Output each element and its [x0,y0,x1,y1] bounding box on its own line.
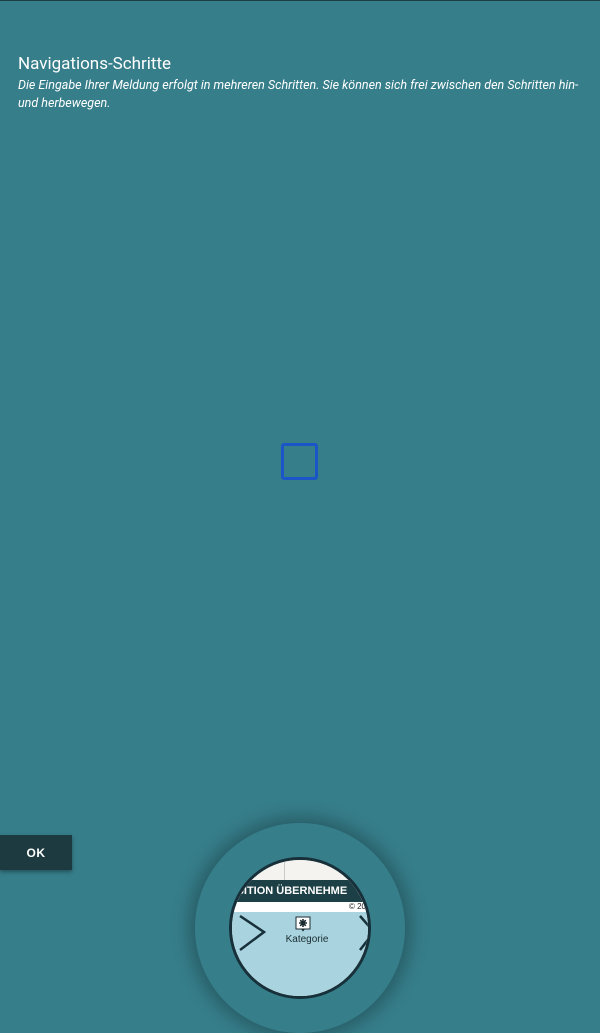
step-navigation[interactable]: Kategorie [232,912,368,996]
ok-button[interactable]: OK [0,835,72,870]
tutorial-panel: Navigations-Schritte Die Eingabe Ihrer M… [18,54,588,113]
spotlight-lens: OSITION ÜBERNEHME © 20 Kategorie [229,857,371,999]
focus-indicator [281,443,318,480]
category-icon [295,916,311,932]
map-attribution-row: © 20 [232,902,368,912]
map-attribution: © 20 [348,902,366,911]
map-road [284,860,285,880]
tutorial-title: Navigations-Schritte [18,54,172,74]
tutorial-description: Die Eingabe Ihrer Meldung erfolgt in meh… [18,78,579,111]
map-preview [232,860,368,881]
step-label-kategorie: Kategorie [285,934,329,945]
take-position-button[interactable]: OSITION ÜBERNEHME [232,880,368,902]
top-divider [0,0,600,1]
